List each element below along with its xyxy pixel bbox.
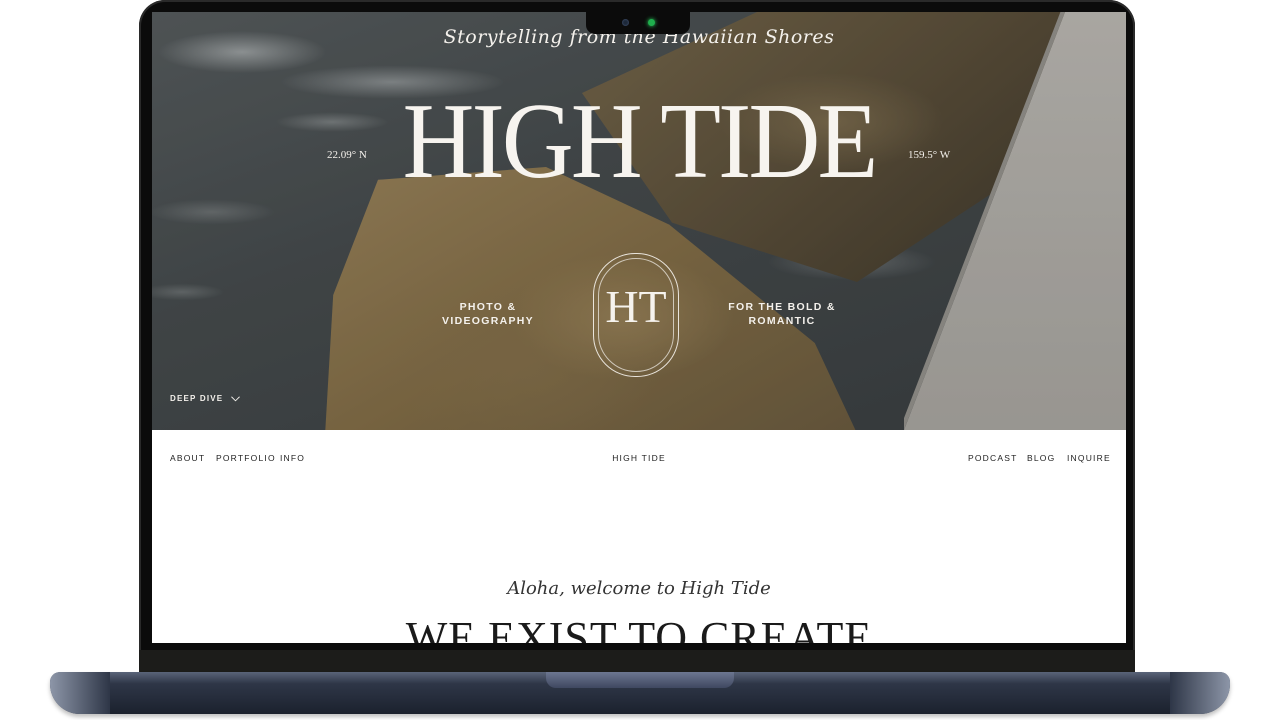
service-caption: PHOTO & VIDEOGRAPHY [442,301,534,327]
nav-portfolio[interactable]: PORTFOLIO [216,453,276,463]
monogram-letters: HT [605,281,667,332]
section-headline: WE EXIST TO CREATE [405,613,873,644]
nav-blog[interactable]: BLOG [1027,453,1055,463]
browser-screen: Storytelling from the Hawaiian Shores HI… [152,12,1126,643]
welcome-script: Aloha, welcome to High Tide [507,578,771,599]
hero-title: HIGH TIDE [402,82,879,201]
nav-brand-home[interactable]: HIGH TIDE [612,453,666,463]
latitude-label: 22.09° N [327,149,367,161]
deep-dive-label: DEEP DIVE [170,394,224,403]
nav-podcast[interactable]: PODCAST [968,453,1018,463]
laptop-bottom-bezel [139,650,1135,674]
camera-icon [622,19,629,26]
nav-inquire[interactable]: INQUIRE [1067,453,1111,463]
longitude-label: 159.5° W [908,149,951,161]
nav-info[interactable]: INFO [280,453,305,463]
deep-dive-link[interactable]: DEEP DIVE [170,394,241,403]
laptop-opening-notch [546,672,734,688]
hero-section: Storytelling from the Hawaiian Shores HI… [152,12,1126,430]
chevron-down-icon [231,395,241,401]
main-navigation: ABOUT PORTFOLIO INFO HIGH TIDE PODCAST B… [152,430,1126,484]
monogram-logo: HT [593,253,679,377]
audience-caption: FOR THE BOLD & ROMANTIC [728,301,836,327]
camera-notch [586,12,690,34]
camera-indicator-light [648,19,655,26]
nav-about[interactable]: ABOUT [170,453,205,463]
